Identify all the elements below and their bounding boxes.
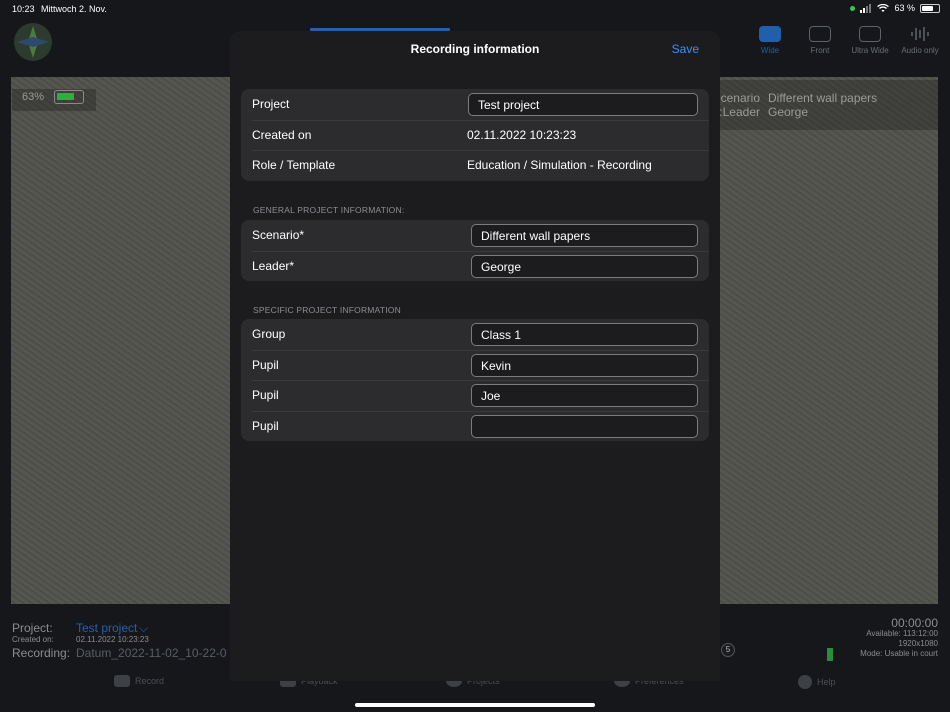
created-row: Created on 02.11.2022 10:23:23: [241, 119, 709, 151]
created-row-label: Created on: [252, 127, 312, 142]
count-badge: 5: [721, 643, 735, 657]
tab-record[interactable]: Record: [114, 675, 164, 687]
general-info-group: Scenario* Different wall papers Leader* …: [241, 220, 709, 281]
camera-front-button[interactable]: Front: [798, 26, 842, 55]
specific-info-group: Group Class 1 Pupil Kevin Pupil Joe Pupi…: [241, 319, 709, 441]
group-row: Group Class 1: [241, 319, 709, 350]
camera-ultrawide-button[interactable]: Ultra Wide: [848, 26, 892, 55]
battery-icon: [54, 90, 84, 104]
overlay-leader-key: Leader:: [720, 105, 760, 119]
recording-label: Recording:: [12, 646, 71, 660]
created-label: Created on:: [12, 635, 54, 644]
camera-front-label: Front: [810, 46, 830, 55]
pupil-input-1[interactable]: Kevin: [471, 353, 698, 377]
role-row-label: Role / Template: [252, 158, 336, 173]
recording-mode: Mode: Usable in court: [860, 649, 938, 658]
pupil-row-3: Pupil: [241, 410, 709, 442]
role-row-value: Education / Simulation - Recording: [467, 158, 652, 173]
leader-row: Leader* George: [241, 250, 709, 282]
camera-rotate-icon: [859, 26, 881, 42]
save-button[interactable]: Save: [672, 42, 699, 56]
overlay-scenario-key: Scenario:: [720, 91, 760, 105]
role-row: Role / Template Education / Simulation -…: [241, 150, 709, 181]
row-separator: [252, 410, 709, 412]
tab-record-label: Record: [135, 676, 165, 686]
overlay-leader-value: George: [768, 105, 809, 119]
camera-icon: [114, 675, 130, 687]
group-input[interactable]: Class 1: [471, 323, 698, 346]
group-label: Group: [252, 327, 286, 341]
audio-only-button[interactable]: Audio only: [898, 26, 942, 55]
preview-battery-indicator: 63%: [12, 89, 96, 111]
waveform-icon: [909, 26, 931, 42]
pupil-row-2: Pupil Joe: [241, 380, 709, 411]
recording-stats: 00:00:00 Available: 113:12:00 1920x1080 …: [860, 616, 938, 659]
preview-overlay-info: Scenario: Different wall papers Leader: …: [720, 80, 938, 130]
general-section-header: GENERAL PROJECT INFORMATION:: [253, 205, 405, 215]
created-value: 02.11.2022 10:23:23: [76, 635, 149, 644]
help-icon: [798, 675, 812, 689]
project-details-group: Project Test project Created on 02.11.20…: [241, 89, 709, 181]
scenario-input[interactable]: Different wall papers: [471, 224, 698, 247]
pupil-input-2[interactable]: Joe: [471, 384, 698, 408]
sheet-tab-indicator: [310, 28, 450, 31]
project-label: Project:: [12, 621, 53, 635]
leader-label: Leader*: [252, 258, 295, 273]
scenario-row: Scenario* Different wall papers: [241, 220, 709, 251]
pupil-label-1: Pupil: [252, 357, 279, 372]
overlay-scenario-value: Different wall papers: [768, 91, 878, 105]
row-separator: [252, 119, 709, 121]
resolution: 1920x1080: [898, 639, 938, 648]
recording-information-sheet: Recording information Save Project Test …: [230, 28, 720, 681]
row-separator: [252, 349, 709, 351]
pupil-label-3: Pupil: [252, 418, 279, 433]
scenario-label: Scenario*: [252, 228, 305, 242]
leader-input[interactable]: George: [471, 254, 698, 278]
sheet-title: Recording information: [410, 42, 540, 56]
pupil-label-2: Pupil: [252, 388, 279, 403]
row-separator: [252, 150, 709, 152]
row-separator: [252, 250, 709, 252]
camera-icon: [759, 26, 781, 42]
pupil-row-1: Pupil Kevin: [241, 349, 709, 381]
camera-wide-button[interactable]: Wide: [748, 26, 792, 55]
camera-wide-label: Wide: [760, 46, 780, 55]
recording-value: Datum_2022-11-02_10-22-0: [76, 646, 227, 660]
camera-preview-right: [720, 77, 938, 604]
camera-rotate-icon: [809, 26, 831, 42]
audio-only-label: Audio only: [901, 46, 939, 55]
project-row: Project Test project: [241, 89, 709, 120]
app-logo-icon: [14, 23, 52, 61]
camera-preview-left: [11, 77, 231, 604]
project-row-label: Project: [252, 97, 290, 111]
row-separator: [252, 380, 709, 382]
pupil-input-3[interactable]: [471, 414, 698, 438]
recording-duration: 00:00:00: [891, 616, 938, 630]
camera-selector: Wide Front Ultra Wide Audio only: [748, 26, 942, 55]
project-name-input[interactable]: Test project: [468, 93, 698, 116]
project-selector[interactable]: Test project: [76, 621, 137, 635]
camera-ultrawide-label: Ultra Wide: [851, 46, 889, 55]
preview-battery-pct: 63%: [22, 91, 45, 103]
tab-help-label: Help: [817, 677, 836, 687]
specific-section-header: SPECIFIC PROJECT INFORMATION: [253, 305, 401, 315]
level-meter: [827, 648, 833, 661]
home-indicator[interactable]: [355, 703, 595, 707]
created-row-value: 02.11.2022 10:23:23: [467, 127, 577, 142]
tab-help[interactable]: Help: [798, 675, 836, 689]
chevron-down-icon[interactable]: ⌵: [139, 621, 148, 636]
available-time: Available: 113:12:00: [866, 629, 938, 638]
